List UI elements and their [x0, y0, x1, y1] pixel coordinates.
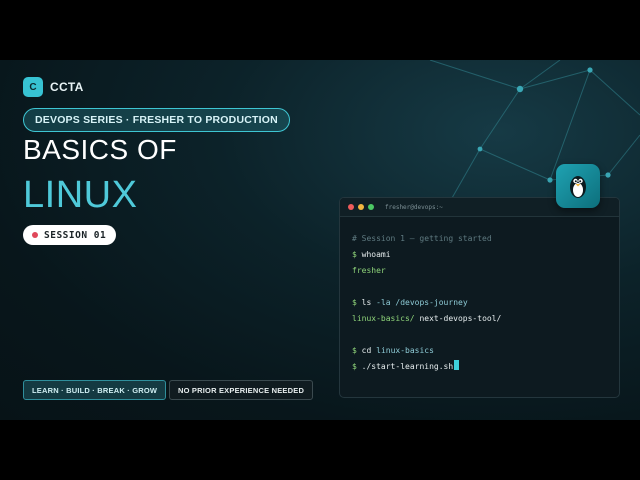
command-cd-arg: linux-basics	[376, 346, 434, 355]
prompt-symbol: $	[352, 298, 357, 307]
terminal-comment: # Session 1 — getting started	[352, 234, 492, 243]
command-ls: ls	[361, 298, 372, 307]
brand-name: CCTA	[50, 80, 84, 94]
page-title-line1: BASICS OF	[23, 134, 177, 165]
command-ls-args: -la /devops-journey	[376, 298, 468, 307]
page-title-line2: LINUX	[23, 174, 138, 216]
prompt-symbol: $	[352, 250, 357, 259]
command-cd: cd	[361, 346, 372, 355]
terminal-title: fresher@devops:~	[385, 203, 443, 211]
output-whoami: fresher	[352, 266, 386, 275]
series-pill: DEVOPS SERIES · FRESHER TO PRODUCTION	[23, 108, 290, 132]
terminal-cursor	[454, 360, 460, 370]
tux-badge	[556, 164, 600, 208]
session-label: SESSION 01	[44, 229, 107, 241]
slide: C CCTA DEVOPS SERIES · FRESHER TO PRODUC…	[0, 60, 640, 420]
minimize-dot-icon	[358, 204, 364, 210]
command-whoami: whoami	[361, 250, 391, 259]
prompt-symbol: $	[352, 346, 357, 355]
output-ls-plain: next-devops-tool/	[419, 314, 502, 323]
prompt-symbol: $	[352, 362, 357, 371]
tux-icon	[570, 176, 586, 198]
tag-learn: LEARN · BUILD · BREAK · GROW	[23, 380, 167, 400]
video-frame: C CCTA DEVOPS SERIES · FRESHER TO PRODUC…	[0, 0, 640, 480]
brand-logo: C	[23, 77, 43, 97]
tag-prior-experience: NO PRIOR EXPERIENCE NEEDED	[169, 380, 314, 400]
brand: C CCTA	[23, 77, 84, 97]
output-ls-dir: linux-basics/	[352, 314, 415, 323]
command-run: ./start-learning.sh	[361, 362, 454, 371]
session-badge: SESSION 01	[23, 225, 117, 245]
close-dot-icon	[348, 204, 354, 210]
status-dot-icon	[32, 232, 38, 238]
maximize-dot-icon	[368, 204, 374, 210]
terminal-window: fresher@devops:~ # Session 1 — getting s…	[339, 197, 620, 398]
terminal-body: # Session 1 — getting started $ whoami f…	[352, 231, 501, 375]
